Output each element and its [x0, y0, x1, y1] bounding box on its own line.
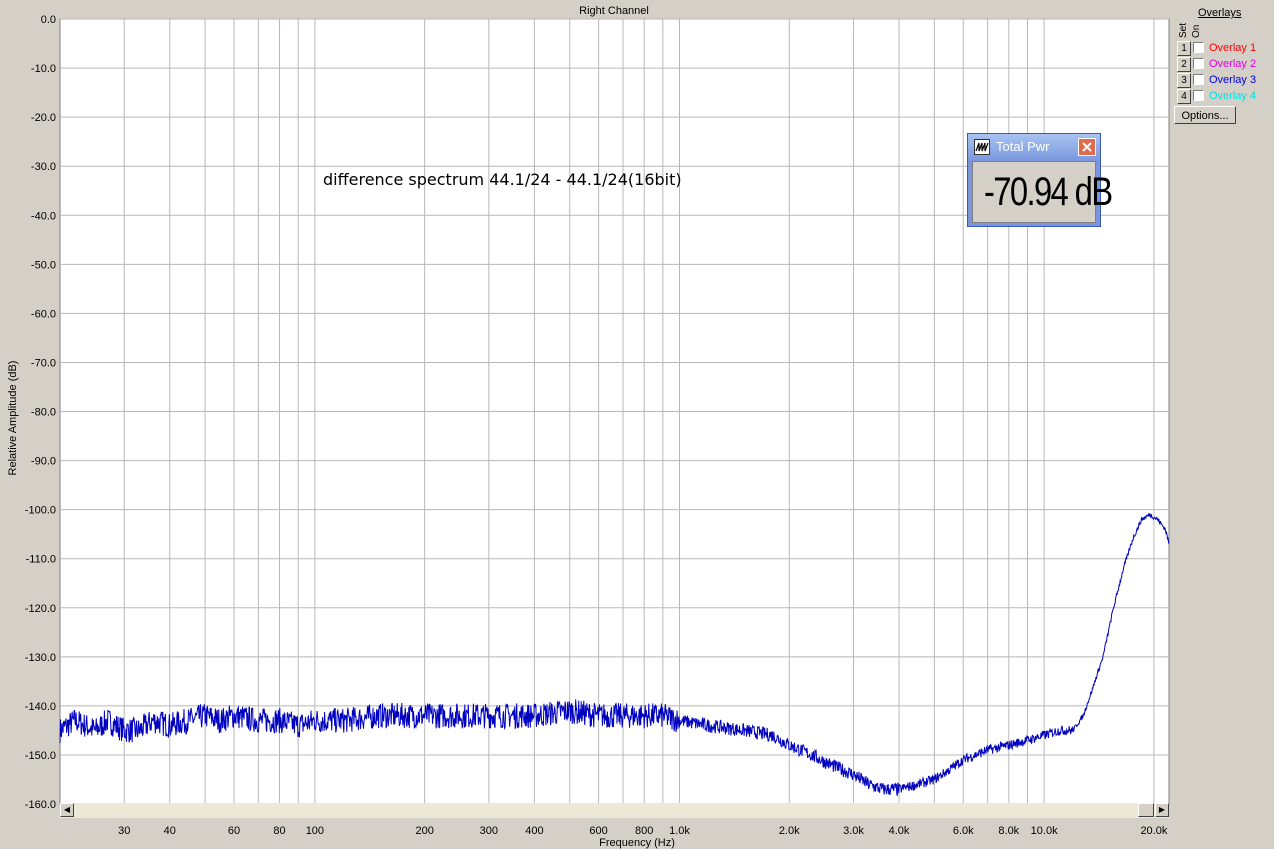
- set-column-label: Set: [1178, 22, 1189, 38]
- overlays-header: Overlays: [1198, 7, 1242, 19]
- overlay-checkbox-1[interactable]: [1193, 42, 1204, 53]
- x-tick-label: 6.0k: [953, 825, 974, 837]
- total-power-window[interactable]: Total Pwr -70.94 dB: [967, 133, 1113, 227]
- overlay-row-3: 3 Overlay 3: [1177, 73, 1273, 88]
- options-button[interactable]: Options...: [1174, 106, 1236, 124]
- y-tick-label: -10.0: [31, 63, 56, 75]
- overlay-checkbox-4[interactable]: [1193, 90, 1204, 101]
- total-power-value: -70.94 dB: [983, 170, 1113, 214]
- x-tick-label: 800: [635, 825, 653, 837]
- x-tick-label: 30: [118, 825, 130, 837]
- overlay-row-1: 1 Overlay 1: [1177, 41, 1273, 56]
- total-power-title: Total Pwr: [996, 139, 1050, 154]
- on-column-label: On: [1191, 24, 1202, 38]
- y-tick-label: 0.0: [41, 14, 56, 26]
- waveform-icon: [974, 139, 990, 155]
- y-tick-label: -70.0: [31, 357, 56, 369]
- overlay-set-button-1[interactable]: 1: [1177, 41, 1191, 56]
- x-tick-label: 8.0k: [998, 825, 1019, 837]
- x-tick-label: 40: [164, 825, 176, 837]
- overlay-checkbox-3[interactable]: [1193, 74, 1204, 85]
- scroll-thumb[interactable]: [1138, 803, 1154, 817]
- y-tick-label: -90.0: [31, 456, 56, 468]
- x-tick-label: 3.0k: [843, 825, 864, 837]
- y-tick-label: -110.0: [26, 554, 56, 566]
- x-tick-label: 600: [589, 825, 607, 837]
- close-icon[interactable]: [1078, 138, 1096, 156]
- x-tick-label: 20.0k: [1140, 825, 1167, 837]
- spectrum-chart: 0.0 -10.0 -20.0 -30.0 -40.0 -50.0 -60.0 -70.0 -8…: [7, 5, 1170, 849]
- overlay-label-3: Overlay 3: [1209, 74, 1257, 86]
- total-power-titlebar[interactable]: Total Pwr: [968, 134, 1100, 160]
- x-tick-label: 300: [480, 825, 498, 837]
- scroll-left-button[interactable]: ◀: [60, 803, 74, 817]
- overlay-label-2: Overlay 2: [1209, 58, 1257, 70]
- y-axis-label: Relative Amplitude (dB): [7, 361, 19, 476]
- overlay-row-2: 2 Overlay 2: [1177, 57, 1273, 72]
- chart-title: Right Channel: [579, 5, 649, 17]
- chart-annotation: difference spectrum 44.1/24 - 44.1/24(16…: [323, 170, 682, 189]
- overlay-panel: Overlays Set On 1 Overlay 1 2 Overlay 2 …: [1172, 4, 1272, 134]
- x-tick-label: 100: [306, 825, 324, 837]
- total-power-display: -70.94 dB: [972, 161, 1113, 223]
- overlay-label-4: Overlay 4: [1209, 90, 1257, 102]
- x-axis-label: Frequency (Hz): [599, 837, 675, 849]
- x-tick-label: 1.0k: [669, 825, 690, 837]
- y-tick-label: -120.0: [25, 603, 56, 615]
- y-tick-label: -150.0: [25, 750, 56, 762]
- x-tick-label: 80: [273, 825, 285, 837]
- scroll-right-button[interactable]: ▶: [1155, 803, 1169, 817]
- overlay-label-1: Overlay 1: [1209, 42, 1257, 54]
- x-tick-label: 10.0k: [1031, 825, 1058, 837]
- y-tick-label: -30.0: [31, 161, 56, 173]
- overlay-row-4: 4 Overlay 4: [1177, 89, 1273, 104]
- y-tick-label: -60.0: [31, 308, 56, 320]
- overlay-checkbox-2[interactable]: [1193, 58, 1204, 69]
- x-tick-label: 2.0k: [779, 825, 800, 837]
- x-tick-label: 400: [525, 825, 543, 837]
- overlay-set-button-3[interactable]: 3: [1177, 73, 1191, 88]
- overlay-set-button-2[interactable]: 2: [1177, 57, 1191, 72]
- x-tick-label: 60: [228, 825, 240, 837]
- y-tick-label: -40.0: [31, 210, 56, 222]
- overlay-set-button-4[interactable]: 4: [1177, 89, 1191, 104]
- y-tick-label: -160.0: [25, 799, 56, 811]
- y-tick-label: -50.0: [31, 259, 56, 271]
- horizontal-scrollbar[interactable]: ◀ ▶: [60, 803, 1169, 818]
- x-tick-label: 200: [415, 825, 433, 837]
- y-tick-label: -80.0: [31, 407, 56, 419]
- x-tick-label: 4.0k: [889, 825, 910, 837]
- y-tick-label: -20.0: [31, 112, 56, 124]
- y-tick-label: -140.0: [25, 701, 56, 713]
- y-tick-label: -130.0: [25, 652, 56, 664]
- y-tick-label: -100.0: [25, 505, 56, 517]
